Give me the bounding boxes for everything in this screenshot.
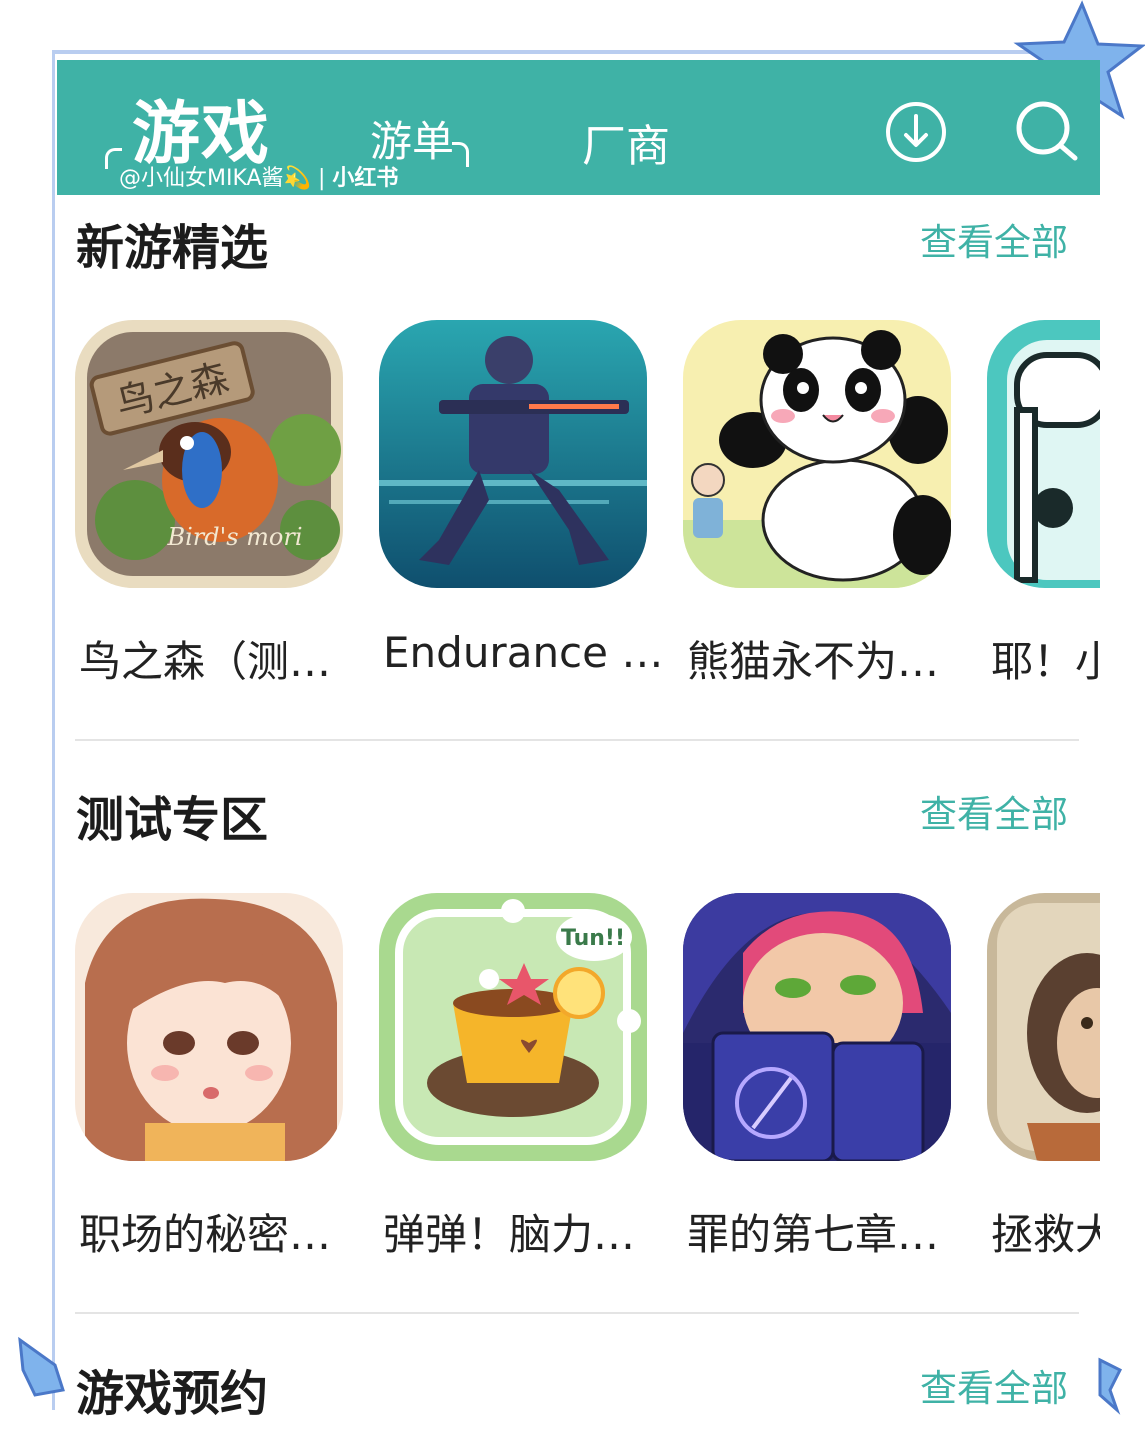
game-icon[interactable] [987, 320, 1100, 588]
birds-caption-text: Bird's mori [166, 523, 302, 551]
game-name: 弹弹！脑力… [383, 1210, 636, 1259]
download-icon[interactable] [884, 100, 948, 164]
game-name: 鸟之森（测… [79, 637, 332, 686]
view-all-link[interactable]: 查看全部 [920, 1358, 1068, 1412]
section-title-reservations: 游戏预约 [76, 1366, 269, 1422]
tab-vendors[interactable]: 厂商 [582, 110, 670, 174]
section-divider [75, 1312, 1079, 1314]
game-name: 职场的秘密… [79, 1210, 332, 1259]
star-sticker-icon [18, 1336, 65, 1397]
view-all-link[interactable]: 查看全部 [920, 212, 1068, 266]
watermark-bracket [452, 142, 469, 167]
star-sticker-icon [1098, 1357, 1123, 1415]
game-icon[interactable] [379, 320, 647, 588]
view-all-link[interactable]: 查看全部 [920, 784, 1068, 838]
game-name: 拯救大 [991, 1210, 1100, 1259]
game-carousel-new[interactable]: 鸟之森 Bird's mori 鸟之森（测… Endurance … 熊猫永不为… [75, 320, 1100, 740]
section-title-new-games: 新游精选 [76, 220, 269, 276]
section-title-testing: 测试专区 [76, 792, 269, 848]
game-icon[interactable] [75, 893, 343, 1161]
game-name: 罪的第七章… [687, 1210, 940, 1259]
game-name: Endurance … [383, 628, 664, 677]
top-nav-bar: 游戏 游单 厂商 @小仙女MIKA酱💫 | 小红书 [57, 60, 1100, 195]
game-name: 耶！小 [991, 637, 1100, 686]
game-name: 熊猫永不为… [687, 637, 940, 686]
watermark: @小仙女MIKA酱💫 | 小红书 [119, 160, 398, 192]
frame-line [52, 50, 55, 1410]
game-icon[interactable]: Tun!! [379, 893, 647, 1161]
game-icon[interactable] [683, 893, 951, 1161]
game-icon[interactable] [987, 893, 1100, 1161]
tun-bubble-text: Tun!! [561, 926, 625, 951]
search-icon[interactable] [1015, 100, 1079, 164]
watermark-separator: | [317, 166, 333, 191]
frame-line [52, 50, 1112, 54]
game-icon[interactable] [683, 320, 951, 588]
watermark-brand: 小红书 [332, 166, 399, 191]
watermark-user: @小仙女MIKA酱💫 [119, 166, 311, 191]
game-carousel-testing[interactable]: 职场的秘密… Tun!! 弹弹！脑力… 罪的第七章… 拯救大 [75, 893, 1100, 1313]
game-icon[interactable]: 鸟之森 Bird's mori [75, 320, 343, 588]
section-divider [75, 739, 1079, 741]
